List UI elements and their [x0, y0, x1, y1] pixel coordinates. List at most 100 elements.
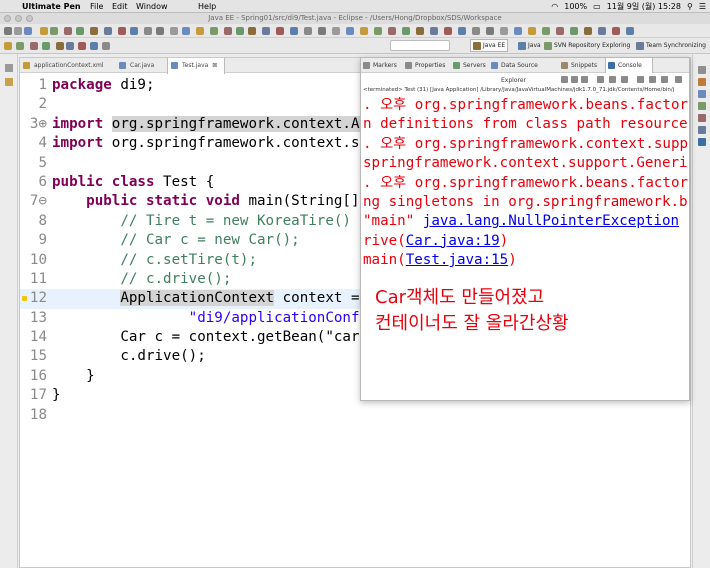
- toolbar-button-icon[interactable]: [472, 27, 480, 35]
- console-output[interactable]: . 오후 org.springframework.beans.factory n …: [363, 96, 689, 271]
- view-tab-snippets[interactable]: Snippets: [559, 58, 605, 73]
- toolbar-button-icon[interactable]: [612, 27, 620, 35]
- search-view-icon[interactable]: [698, 126, 706, 134]
- toolbar-button-icon[interactable]: [4, 42, 12, 50]
- perspective-team-synchronizing[interactable]: Team Synchronizing: [634, 39, 708, 52]
- toolbar-button-icon[interactable]: [332, 27, 340, 35]
- task-list-icon[interactable]: [698, 78, 706, 86]
- toolbar-button-icon[interactable]: [374, 27, 382, 35]
- view-tab-data-source-explorer[interactable]: Data Source Explorer: [489, 58, 559, 84]
- battery-icon[interactable]: ▭: [593, 0, 601, 13]
- toolbar-button-icon[interactable]: [66, 42, 74, 50]
- properties-icon[interactable]: [698, 102, 706, 110]
- toolbar-button-icon[interactable]: [444, 27, 452, 35]
- view-tab-markers[interactable]: Markers: [361, 58, 403, 73]
- toolbar-button-icon[interactable]: [248, 27, 256, 35]
- toolbar-button-icon[interactable]: [182, 27, 190, 35]
- search-icon[interactable]: ⚲: [687, 0, 693, 13]
- toolbar-button-icon[interactable]: [170, 27, 178, 35]
- close-tab-icon[interactable]: ⊠: [212, 62, 217, 69]
- toolbar-button-icon[interactable]: [542, 27, 550, 35]
- editor-tab[interactable]: Test.java ⊠: [167, 58, 225, 74]
- notification-center-icon[interactable]: ☰: [699, 0, 706, 13]
- toolbar-button-icon[interactable]: [402, 27, 410, 35]
- console-view-icon[interactable]: [698, 138, 706, 146]
- toolbar-button-icon[interactable]: [416, 27, 424, 35]
- package-explorer-icon[interactable]: [5, 78, 13, 86]
- console-tool-icon[interactable]: [609, 76, 616, 83]
- console-tool-icon[interactable]: [649, 76, 656, 83]
- toolbar-button-icon[interactable]: [118, 27, 126, 35]
- toolbar-button-icon[interactable]: [64, 27, 72, 35]
- hierarchy-icon[interactable]: [698, 90, 706, 98]
- toolbar-button-icon[interactable]: [458, 27, 466, 35]
- restore-view-icon[interactable]: [5, 64, 13, 72]
- toolbar-button-icon[interactable]: [236, 27, 244, 35]
- toolbar-button-icon[interactable]: [556, 27, 564, 35]
- toolbar-button-icon[interactable]: [196, 27, 204, 35]
- toolbar-button-icon[interactable]: [90, 42, 98, 50]
- toolbar-button-icon[interactable]: [78, 42, 86, 50]
- console-tool-icon[interactable]: [675, 76, 682, 83]
- console-tool-icon[interactable]: [621, 76, 628, 83]
- stack-trace-link[interactable]: Test.java:15: [406, 252, 509, 268]
- toolbar-button-icon[interactable]: [528, 27, 536, 35]
- toolbar-button-icon[interactable]: [388, 27, 396, 35]
- menu-file[interactable]: File: [90, 0, 103, 13]
- toolbar-button-icon[interactable]: [4, 27, 12, 35]
- perspective-svn-repository-exploring[interactable]: SVN Repository Exploring: [542, 39, 632, 52]
- console-tool-icon[interactable]: [637, 76, 644, 83]
- toolbar-button-icon[interactable]: [130, 27, 138, 35]
- toolbar-button-icon[interactable]: [290, 27, 298, 35]
- minimize-window-button[interactable]: [15, 15, 22, 22]
- outline-icon[interactable]: [698, 66, 706, 74]
- toolbar-button-icon[interactable]: [430, 27, 438, 35]
- warning-marker-icon[interactable]: [22, 296, 27, 302]
- toolbar-button-icon[interactable]: [626, 27, 634, 35]
- toolbar-button-icon[interactable]: [42, 42, 50, 50]
- clock[interactable]: 11월 9일 (월) 15:28: [607, 0, 681, 13]
- editor-tab[interactable]: applicationContext.xml: [20, 58, 116, 73]
- toolbar-button-icon[interactable]: [102, 42, 110, 50]
- toolbar-button-icon[interactable]: [224, 27, 232, 35]
- toolbar-button-icon[interactable]: [360, 27, 368, 35]
- view-tab-servers[interactable]: Servers: [451, 58, 489, 73]
- console-tool-icon[interactable]: [581, 76, 588, 83]
- toolbar-button-icon[interactable]: [40, 27, 48, 35]
- view-tab-console[interactable]: Console: [605, 58, 653, 73]
- console-tool-icon[interactable]: [661, 76, 668, 83]
- menu-edit[interactable]: Edit: [112, 0, 128, 13]
- app-name-menu[interactable]: Ultimate Pen: [22, 0, 81, 13]
- toolbar-button-icon[interactable]: [276, 27, 284, 35]
- toolbar-button-icon[interactable]: [56, 42, 64, 50]
- menu-window[interactable]: Window: [136, 0, 168, 13]
- close-window-button[interactable]: [4, 15, 11, 22]
- toolbar-button-icon[interactable]: [346, 27, 354, 35]
- toolbar-button-icon[interactable]: [570, 27, 578, 35]
- zoom-window-button[interactable]: [26, 15, 33, 22]
- toolbar-button-icon[interactable]: [144, 27, 152, 35]
- toolbar-button-icon[interactable]: [90, 27, 98, 35]
- toolbar-button-icon[interactable]: [262, 27, 270, 35]
- toolbar-button-icon[interactable]: [30, 42, 38, 50]
- console-tool-icon[interactable]: [561, 76, 568, 83]
- toolbar-button-icon[interactable]: [486, 27, 494, 35]
- problems-icon[interactable]: [698, 114, 706, 122]
- console-view[interactable]: Markers Properties Servers Data Source Expl…: [360, 57, 690, 401]
- toolbar-button-icon[interactable]: [50, 27, 58, 35]
- toolbar-button-icon[interactable]: [584, 27, 592, 35]
- wifi-icon[interactable]: ◠: [551, 0, 558, 13]
- toolbar-button-icon[interactable]: [76, 27, 84, 35]
- toolbar-button-icon[interactable]: [24, 27, 32, 35]
- toolbar-button-icon[interactable]: [16, 42, 24, 50]
- console-tool-icon[interactable]: [597, 76, 604, 83]
- quick-access-input[interactable]: [390, 40, 450, 51]
- toolbar-button-icon[interactable]: [14, 27, 22, 35]
- menu-help[interactable]: Help: [198, 0, 216, 13]
- perspective-java-ee[interactable]: Java EE: [470, 39, 509, 52]
- editor-tab[interactable]: Car.java: [116, 58, 167, 73]
- code-line[interactable]: 18: [20, 406, 690, 425]
- console-tool-icon[interactable]: [571, 76, 578, 83]
- toolbar-button-icon[interactable]: [598, 27, 606, 35]
- stack-trace-link[interactable]: java.lang.NullPointerException: [423, 213, 679, 229]
